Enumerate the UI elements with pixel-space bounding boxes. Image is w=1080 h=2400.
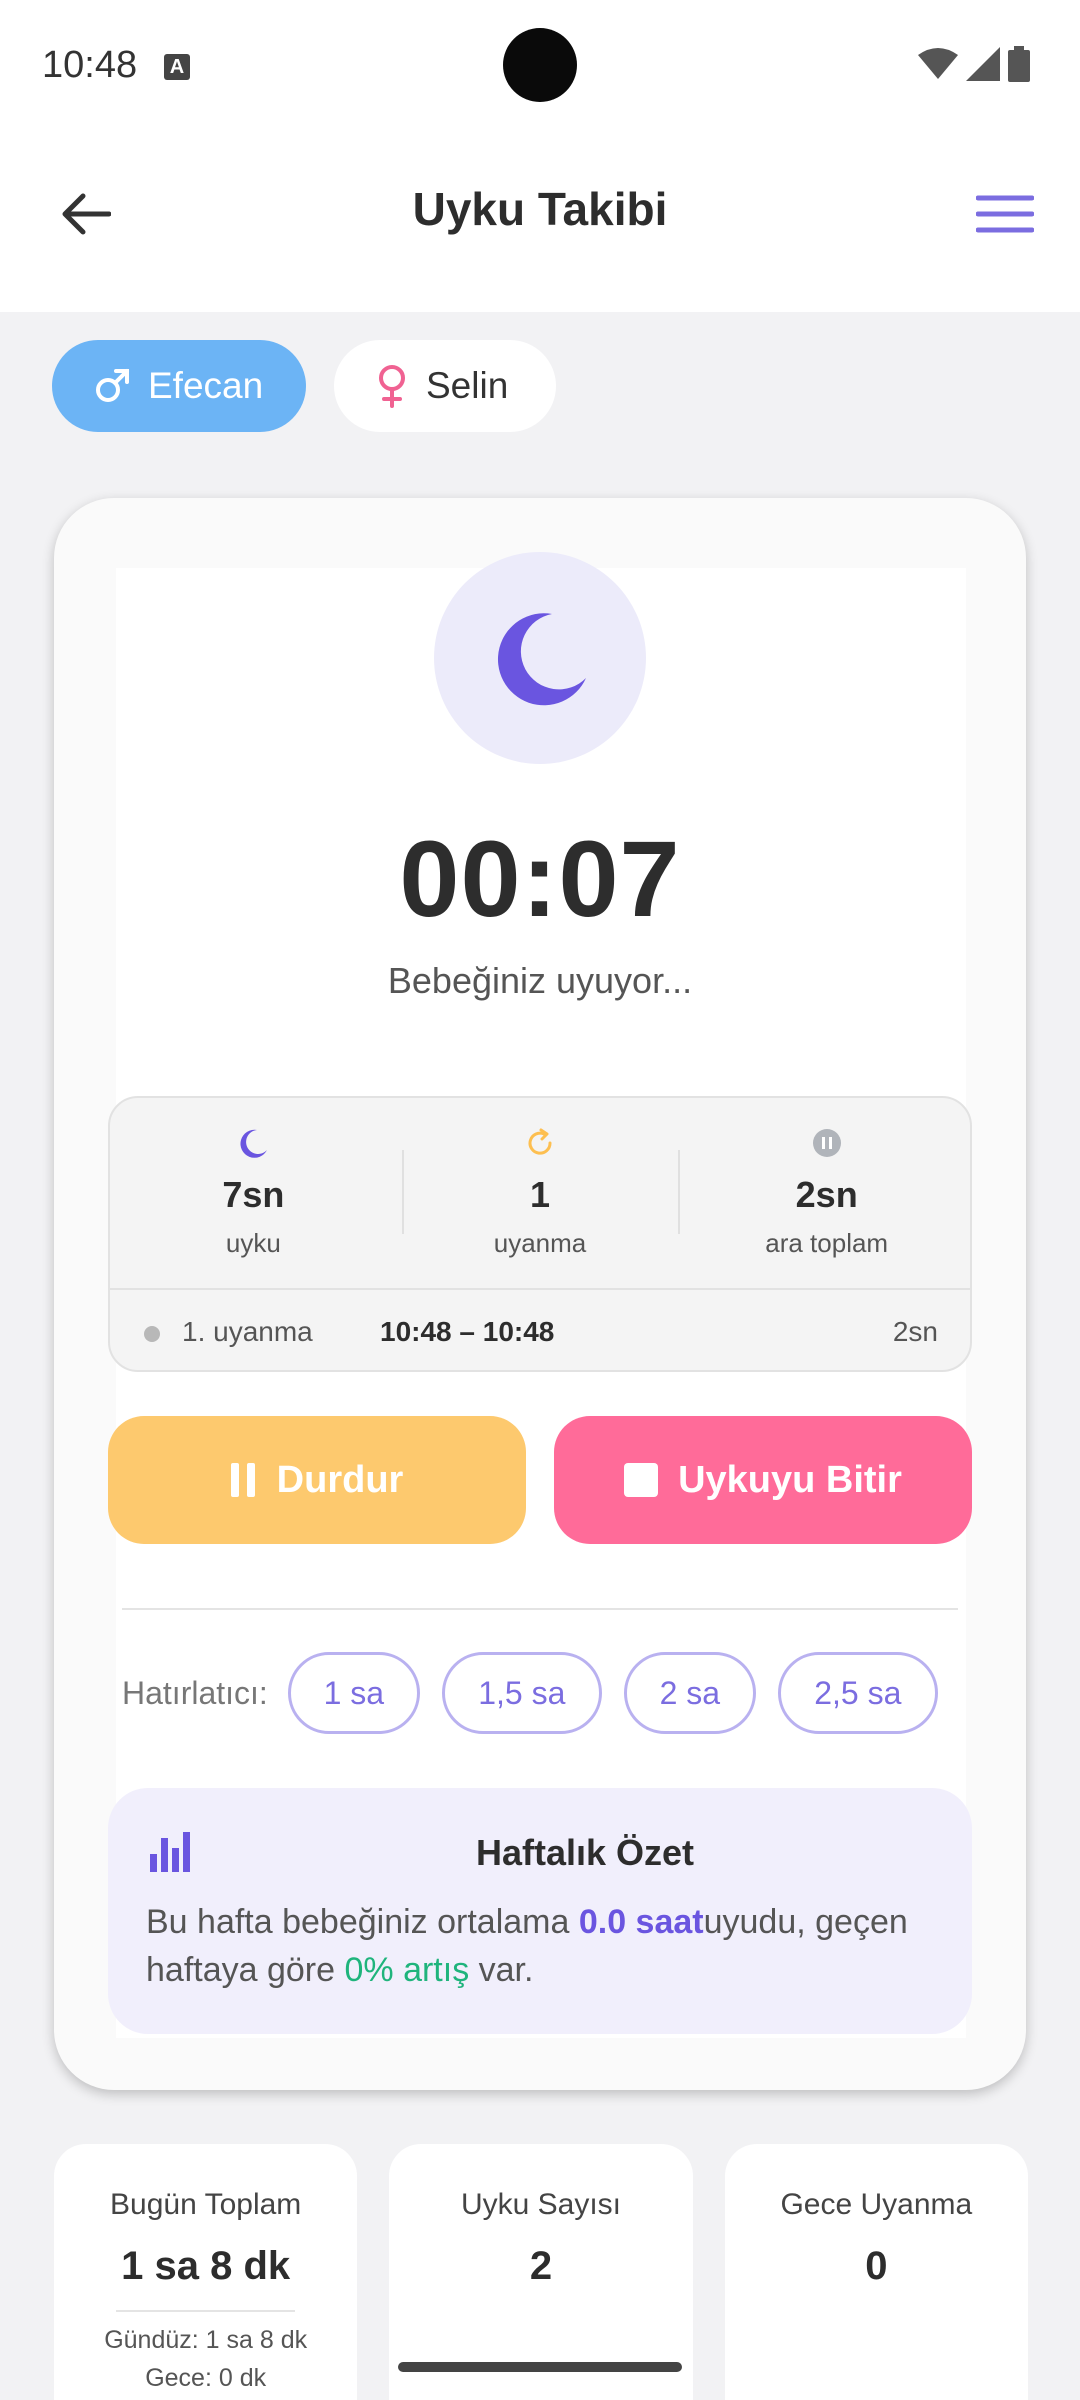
stat-label: uyanma xyxy=(493,1228,587,1258)
card-value: 2 xyxy=(529,2244,553,2288)
baby-chip-efecan[interactable]: Efecan xyxy=(52,340,306,432)
baby-selector: Efecan Selin xyxy=(52,340,556,432)
card-title: Bugün Toplam xyxy=(110,2188,302,2221)
wake-time-range: 10:48 – 10:48 xyxy=(380,1316,555,1347)
pause-circle-icon xyxy=(812,1129,841,1157)
reminder-option-2-5h[interactable]: 2,5 sa xyxy=(777,1652,938,1734)
battery-icon xyxy=(1008,46,1030,82)
stat-divider xyxy=(678,1150,680,1234)
summary-text-part: var. xyxy=(469,1951,534,1989)
male-icon xyxy=(96,369,129,402)
baby-name: Selin xyxy=(426,365,509,406)
section-divider xyxy=(122,1608,958,1610)
card-value: 0 xyxy=(865,2244,888,2288)
page-title: Uyku Takibi xyxy=(412,183,668,235)
home-indicator[interactable] xyxy=(398,2362,682,2372)
reminder-option-1h[interactable]: 1 sa xyxy=(287,1652,420,1734)
stat-label: uyku xyxy=(225,1228,281,1258)
stat-break-total: 2sn ara toplam xyxy=(683,1098,970,1288)
pause-label: Durdur xyxy=(276,1458,404,1501)
reminder-label: Hatırlatıcı: xyxy=(122,1674,268,1711)
stats-row: 7sn uyku 1 uyanma 2sn ara toplam xyxy=(110,1098,970,1288)
stat-sleep: 7sn uyku xyxy=(110,1098,397,1288)
baby-name: Efecan xyxy=(148,365,264,406)
stat-value: 2sn xyxy=(795,1174,858,1215)
sleep-status-text: Bebeğiniz uyuyor... xyxy=(387,960,693,1001)
night-wakeup-card: Gece Uyanma 0 xyxy=(724,2144,1028,2400)
end-sleep-label: Uykuyu Bitir xyxy=(678,1458,902,1501)
weekly-summary-text: Bu hafta bebeğiniz ortalama 0.0 saatuyud… xyxy=(146,1898,942,1994)
female-icon xyxy=(379,365,405,408)
camera-cutout xyxy=(503,28,577,102)
daytime-total: Gündüz: 1 sa 8 dk xyxy=(104,2326,308,2354)
average-sleep-value: 0.0 saat xyxy=(578,1903,704,1941)
night-total: Gece: 0 dk xyxy=(145,2364,267,2392)
wifi-icon xyxy=(918,48,958,79)
weekly-summary-title: Haftalık Özet xyxy=(475,1832,695,1873)
card-title: Uyku Sayısı xyxy=(460,2188,622,2221)
pause-button[interactable]: Durdur xyxy=(108,1416,526,1544)
weekly-summary: Haftalık Özet Bu hafta bebeğiniz ortalam… xyxy=(108,1788,972,2034)
moon-icon xyxy=(240,1129,268,1158)
reminder-option-1-5h[interactable]: 1,5 sa xyxy=(441,1652,602,1734)
baby-chip-selin[interactable]: Selin xyxy=(334,340,556,432)
end-sleep-button[interactable]: Uykuyu Bitir xyxy=(554,1416,972,1544)
card-divider xyxy=(116,2310,296,2312)
menu-button[interactable] xyxy=(970,184,1040,244)
wake-label: 1. uyanma xyxy=(182,1316,313,1347)
sleep-timer: 00:07 xyxy=(399,818,681,939)
notification-icon: A xyxy=(164,54,190,80)
status-bar: 10:48 A xyxy=(0,0,1080,132)
card-value: 1 sa 8 dk xyxy=(121,2244,291,2288)
wake-duration: 2sn xyxy=(892,1316,938,1347)
app-bar: Uyku Takibi xyxy=(0,132,1080,312)
stat-value: 1 xyxy=(529,1174,551,1215)
pause-icon xyxy=(230,1463,255,1497)
reminder-row: Hatırlatıcı: 1 sa 1,5 sa 2 sa 2,5 sa xyxy=(122,1652,938,1734)
wake-log-item: 1. uyanma 10:48 – 10:48 2sn xyxy=(110,1290,970,1370)
status-time: 10:48 xyxy=(42,44,138,86)
stat-label: ara toplam xyxy=(765,1228,889,1258)
stat-value: 7sn xyxy=(222,1174,285,1215)
status-icons xyxy=(918,46,1030,82)
refresh-icon xyxy=(528,1128,552,1155)
card-title: Gece Uyanma xyxy=(780,2188,973,2221)
moon-icon xyxy=(497,613,586,706)
stat-wakeups: 1 uyanma xyxy=(397,1098,684,1288)
summary-text-part: Bu hafta bebeğiniz ortalama xyxy=(146,1903,579,1941)
stop-icon xyxy=(624,1463,659,1497)
hamburger-icon xyxy=(976,195,1034,233)
bullet-dot xyxy=(144,1326,160,1342)
today-total-card: Bugün Toplam 1 sa 8 dk Gündüz: 1 sa 8 dk… xyxy=(54,2144,358,2400)
reminder-option-2h[interactable]: 2 sa xyxy=(623,1652,756,1734)
sleep-status-badge xyxy=(434,552,646,764)
change-value: 0% artış xyxy=(344,1951,470,1989)
session-stats: 7sn uyku 1 uyanma 2sn ara toplam 1. uyan… xyxy=(108,1096,972,1372)
signal-icon xyxy=(966,47,1000,81)
